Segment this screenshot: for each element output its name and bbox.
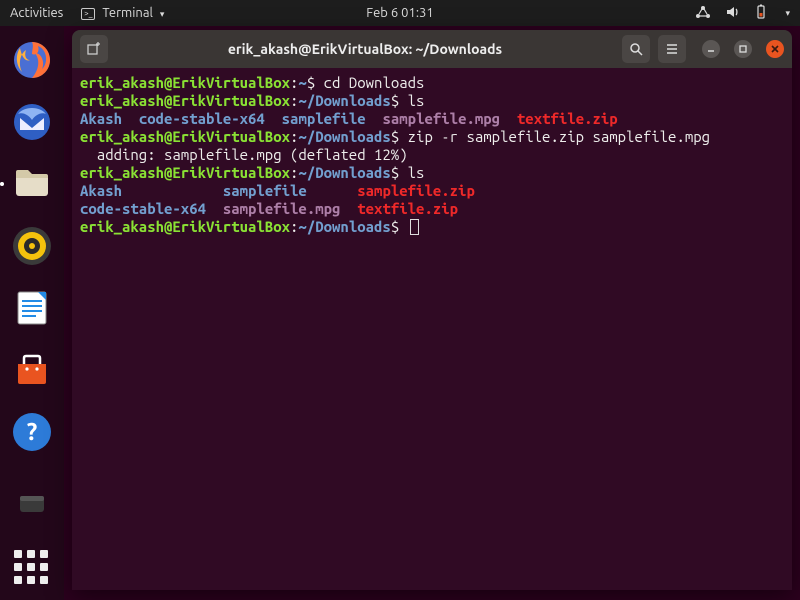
cmd-text: cd Downloads <box>324 74 425 91</box>
clock[interactable]: Feb 6 01:31 <box>366 6 433 20</box>
new-tab-button[interactable] <box>80 35 108 63</box>
libreoffice-writer-icon[interactable] <box>8 284 56 332</box>
ls-media: samplefile.mpg <box>382 110 500 127</box>
files-icon[interactable] <box>8 160 56 208</box>
rhythmbox-icon[interactable] <box>8 222 56 270</box>
prompt-userhost: erik_akash@ErikVirtualBox <box>80 74 290 91</box>
close-button[interactable] <box>766 40 784 58</box>
help-icon[interactable]: ? <box>8 408 56 456</box>
titlebar[interactable]: erik_akash@ErikVirtualBox: ~/Downloads <box>72 30 792 68</box>
activities-button[interactable]: Activities <box>10 6 63 20</box>
show-applications-icon[interactable] <box>14 550 50 586</box>
ls-dir: Akash <box>80 110 122 127</box>
dock: ? <box>0 26 64 600</box>
terminal-icon: >_ <box>81 8 95 20</box>
hamburger-menu-button[interactable] <box>658 35 686 63</box>
ls-archive: textfile.zip <box>517 110 618 127</box>
cursor <box>410 219 419 235</box>
volume-icon[interactable] <box>725 5 741 22</box>
maximize-button[interactable] <box>734 40 752 58</box>
firefox-icon[interactable] <box>8 36 56 84</box>
terminal-window: erik_akash@ErikVirtualBox: ~/Downloads e… <box>72 30 792 590</box>
app-menu[interactable]: >_ Terminal ▾ <box>81 6 164 20</box>
terminal-body[interactable]: erik_akash@ErikVirtualBox:~$ cd Download… <box>72 68 792 590</box>
trash-icon[interactable] <box>8 480 56 528</box>
svg-text:?: ? <box>27 418 38 445</box>
zip-output: adding: samplefile.mpg (deflated 12%) <box>80 146 408 163</box>
ubuntu-software-icon[interactable] <box>8 346 56 394</box>
search-button[interactable] <box>622 35 650 63</box>
chevron-down-icon: ▾ <box>160 9 165 19</box>
system-menu-chevron-icon[interactable]: ▾ <box>785 8 790 19</box>
thunderbird-icon[interactable] <box>8 98 56 146</box>
window-title: erik_akash@ErikVirtualBox: ~/Downloads <box>116 41 614 57</box>
network-icon[interactable] <box>695 5 711 22</box>
top-bar: Activities >_ Terminal ▾ Feb 6 01:31 ▾ <box>0 0 800 26</box>
minimize-button[interactable] <box>702 40 720 58</box>
battery-icon[interactable] <box>755 4 767 23</box>
prompt-path: ~ <box>298 74 306 91</box>
